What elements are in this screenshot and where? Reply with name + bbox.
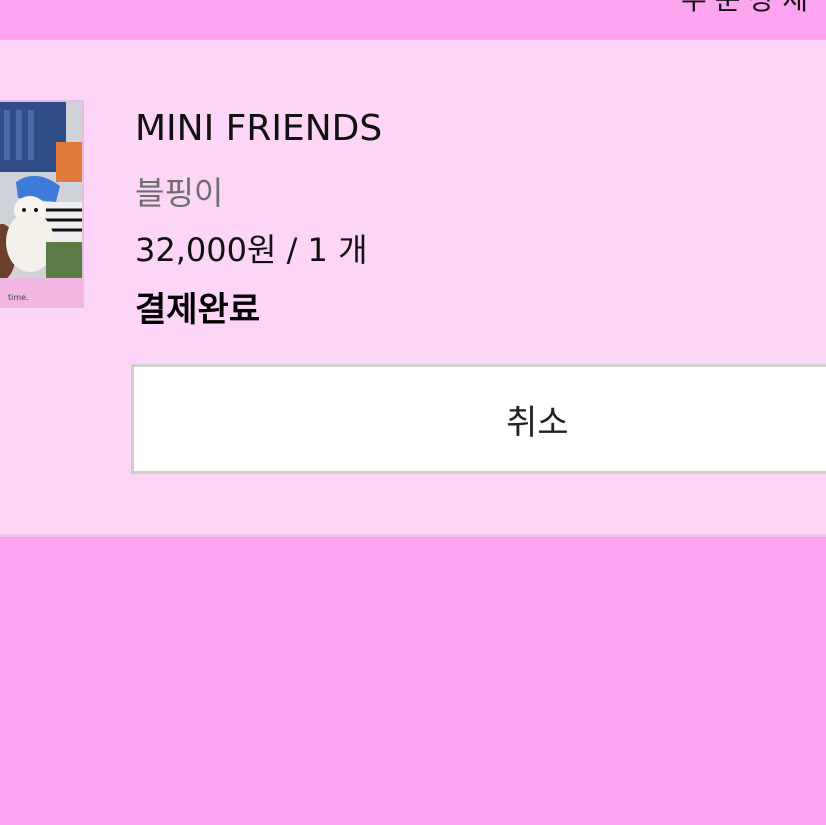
order-status: 결제완료	[135, 290, 261, 330]
option-name: 블핑이	[135, 174, 224, 212]
price-quantity: 32,000원 / 1 개	[135, 231, 368, 269]
order-item-card: time. MINI FRIENDS 블핑이 32,000원 / 1 개 결제완…	[0, 40, 826, 537]
top-header: 주문상세	[0, 0, 826, 40]
header-title: 주문상세	[681, 0, 816, 18]
cancel-button[interactable]: 취소	[131, 364, 826, 474]
cancel-button-label: 취소	[506, 403, 569, 443]
product-thumbnail[interactable]: time.	[0, 100, 84, 308]
product-name[interactable]: MINI FRIENDS	[135, 108, 382, 149]
thumbnail-caption: time.	[8, 293, 29, 302]
